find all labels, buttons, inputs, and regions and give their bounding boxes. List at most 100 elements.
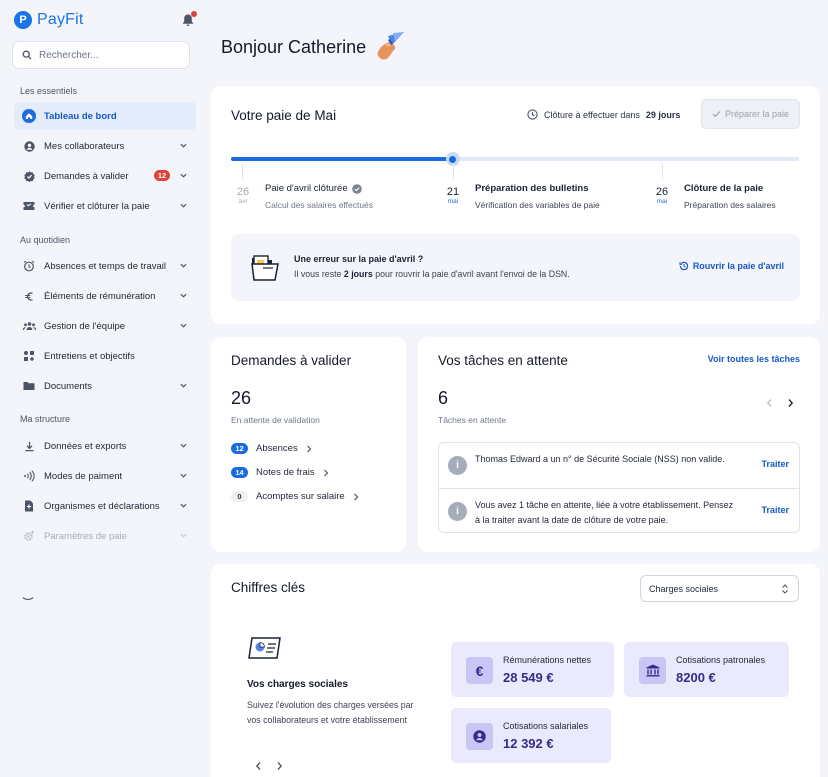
reopen-payroll-link[interactable]: Rouvrir la paie d'avril [679,261,784,271]
key-figures-title: Chiffres clés [231,580,306,595]
section-title-daily: Au quotidien [20,235,71,245]
section-title-essentials: Les essentiels [20,86,78,96]
file-icon [22,499,36,513]
step-title: Clôture de la paie [684,183,764,194]
requests-title: Demandes à valider [231,353,352,368]
step-subtitle: Préparation des salaires [684,200,776,210]
closure-prefix: Clôture à effectuer dans [544,109,640,120]
sidebar-item-documents[interactable]: Documents [14,372,196,400]
kpi-label: Cotisations patronales [676,655,766,665]
chevron-left-icon[interactable] [255,761,262,771]
key-figures-card: Chiffres clés Charges sociales Vos charg… [211,564,820,777]
request-count-badge: 0 [231,491,248,502]
tasks-pager [766,398,794,408]
sidebar-item-organisms[interactable]: Organismes et déclarations [14,492,196,520]
step-title: Préparation des bulletins [475,183,589,194]
tasks-caption: Tâches en attente [438,415,507,425]
sidebar-item-label: Absences et temps de travail [44,260,166,272]
payfit-logo-icon: P [14,11,32,29]
kpi-employer-contributions[interactable]: Cotisations patronales 8200 € [624,642,789,697]
chevron-down-icon [180,173,187,178]
info-icon: i [448,502,467,521]
requests-count-badge: 12 [154,170,170,181]
sidebar-item-payment-methods[interactable]: Modes de paiment [14,462,196,490]
figures-type-select[interactable]: Charges sociales [640,575,799,602]
person-icon [22,139,36,153]
request-label: Absences [256,443,298,454]
request-count-badge: 14 [231,467,248,478]
search-input[interactable] [39,49,179,61]
chevron-down-icon [180,323,187,328]
sidebar-item-label: Organismes et déclarations [44,500,160,512]
info-icon: i [448,456,467,475]
sidebar-item-verify-payroll[interactable]: Vérifier et clôturer la paie [14,192,196,220]
settings-icon [22,529,36,543]
requests-card: Demandes à valider 26 En attente de vali… [211,337,406,552]
chevron-right-icon[interactable] [787,398,794,408]
process-task-button[interactable]: Traiter [761,505,789,515]
prepare-payroll-button[interactable]: Préparer la paie [701,99,800,129]
sidebar-item-dashboard[interactable]: Tableau de bord [14,102,196,130]
collapse-sidebar-icon[interactable] [22,596,34,602]
folder-icon [22,379,36,393]
payfit-logo[interactable]: P PayFit [14,11,84,29]
sidebar-item-label: Tableau de bord [44,110,117,122]
sidebar-item-requests[interactable]: Demandes à valider 12 [14,162,196,190]
chevron-down-icon [180,383,187,388]
search-icon [22,50,32,60]
chevron-left-icon[interactable] [766,398,773,408]
chevron-down-icon [180,263,187,268]
sidebar-item-team[interactable]: Gestion de l'équipe [14,312,196,340]
step-day: 21 [446,186,460,198]
step-day: 26 [655,186,669,198]
chevron-down-icon [180,143,187,148]
ticket-icon [22,199,36,213]
chevron-down-icon [180,473,187,478]
tasks-title: Vos tâches en attente [438,353,568,368]
app-name: PayFit [37,11,84,28]
tasks-list: i Thomas Edward a un n° de Sécurité Soci… [438,442,800,533]
step-connector [453,164,454,179]
contactless-icon [22,469,36,483]
step-date: 21 mai [441,182,465,210]
request-row-expenses[interactable]: 14 Notes de frais [231,467,329,478]
see-all-tasks-link[interactable]: Voir toutes les tâches [708,354,800,364]
chevron-right-icon [353,493,359,500]
request-label: Acomptes sur salaire [256,491,345,502]
report-illustration-icon [248,637,281,659]
home-icon [22,109,36,123]
step-title: Paie d'avril clôturée [265,182,373,195]
step-month: mai [447,198,459,205]
kpi-value: 28 549 € [503,670,554,685]
sidebar-item-label: Mes collaborateurs [44,140,125,152]
request-row-advances[interactable]: 0 Acomptes sur salaire [231,491,359,502]
sidebar-item-compensation[interactable]: Éléments de rémunération [14,282,196,310]
notification-bell-icon[interactable] [181,11,197,27]
sidebar-item-payroll-settings: Paramètres de paie [14,522,196,550]
kpi-value: 12 392 € [503,736,554,751]
payroll-progress-fill [231,157,453,161]
request-row-absences[interactable]: 12 Absences [231,443,312,454]
documents-icon [251,255,279,281]
sidebar-item-label: Gestion de l'équipe [44,320,126,332]
tasks-card: Vos tâches en attente Voir toutes les tâ… [418,337,820,552]
sidebar-item-collaborators[interactable]: Mes collaborateurs [14,132,196,160]
step-subtitle: Calcul des salaires effectués [265,200,374,210]
chevron-down-icon [180,533,187,538]
chevron-right-icon[interactable] [276,761,283,771]
promo-pager [255,761,283,771]
sidebar-item-data-exports[interactable]: Données et exports [14,432,196,460]
search-box[interactable] [12,41,190,69]
step-connector [662,164,663,179]
team-icon [22,319,36,333]
process-task-button[interactable]: Traiter [761,459,789,469]
kpi-net-pay[interactable]: € Rémunérations nettes 28 549 € [451,642,614,697]
kpi-employee-contributions[interactable]: Cotisations salariales 12 392 € [451,708,611,763]
sidebar-item-objectives[interactable]: Entretiens et objectifs [14,342,196,370]
bank-icon [639,657,666,684]
step-date: 26 avr [231,182,255,210]
sidebar-item-label: Demandes à valider [44,170,129,182]
sidebar-item-label: Entretiens et objectifs [44,350,135,362]
person-icon [466,723,493,750]
sidebar-item-absences[interactable]: Absences et temps de travail [14,252,196,280]
